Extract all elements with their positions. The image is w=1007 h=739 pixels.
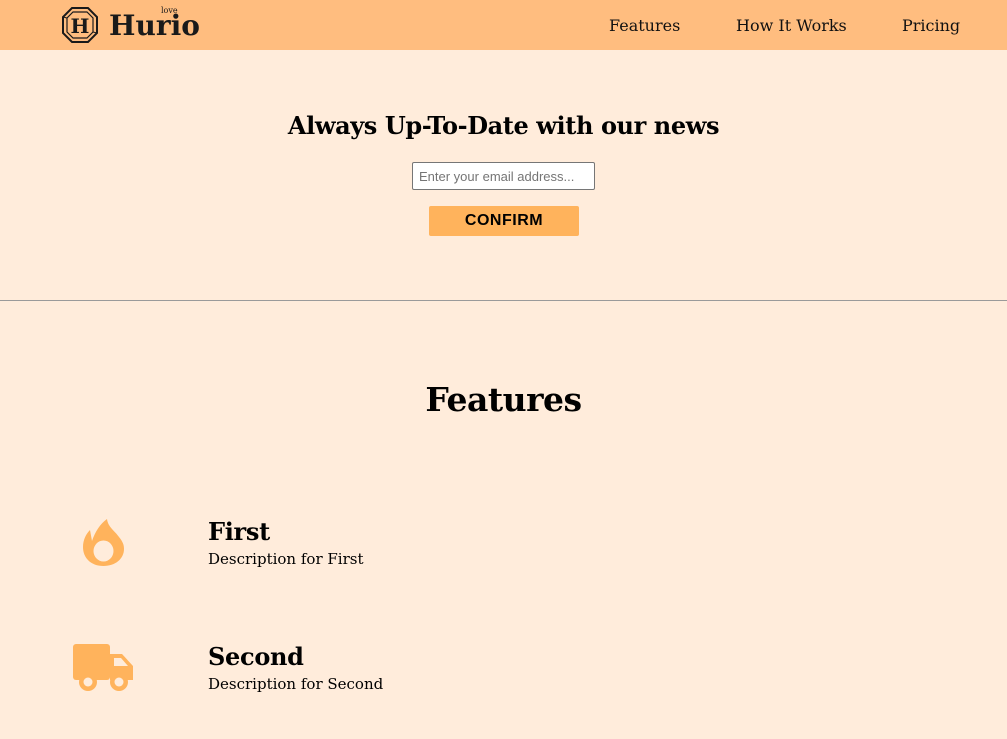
feature-title: First <box>208 517 270 546</box>
feature-description: Description for Second <box>208 675 384 693</box>
top-navbar: H Hurio love Features How It Works Prici… <box>0 0 1007 50</box>
feature-title: Second <box>208 642 304 671</box>
hexagon-h-logo-icon: H <box>62 7 98 43</box>
nav-link-features[interactable]: Features <box>609 15 680 37</box>
fire-icon <box>83 519 124 566</box>
features-title: Features <box>425 380 582 419</box>
confirm-button[interactable]: CONFIRM <box>429 206 579 236</box>
brand-logo[interactable]: H Hurio love <box>62 6 200 46</box>
svg-text:H: H <box>71 14 90 38</box>
truck-icon <box>73 644 133 691</box>
section-divider <box>0 300 1007 301</box>
feature-description: Description for First <box>208 550 364 568</box>
nav-link-pricing[interactable]: Pricing <box>902 15 960 37</box>
brand-name: Hurio <box>109 9 200 42</box>
nav-link-how-it-works[interactable]: How It Works <box>736 15 847 37</box>
email-input[interactable] <box>412 162 595 190</box>
brand-tagline: love <box>161 6 178 15</box>
newsletter-title: Always Up-To-Date with our news <box>287 111 720 140</box>
